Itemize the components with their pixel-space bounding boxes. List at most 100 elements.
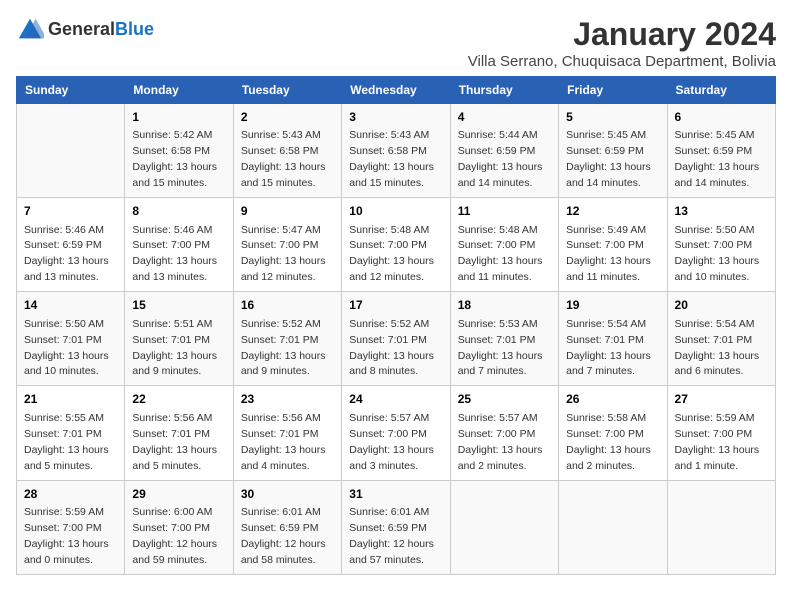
day-number: 14 [24, 297, 117, 314]
day-info: Sunrise: 5:52 AM Sunset: 7:01 PM Dayligh… [241, 318, 326, 378]
calendar-cell: 4 Sunrise: 5:44 AM Sunset: 6:59 PM Daylig… [450, 104, 558, 198]
calendar-cell: 10Sunrise: 5:48 AM Sunset: 7:00 PM Dayli… [342, 198, 450, 292]
calendar-cell: 11 Sunrise: 5:48 AM Sunset: 7:00 PM Dayli… [450, 198, 558, 292]
calendar-cell: 8Sunrise: 5:46 AM Sunset: 7:00 PM Daylig… [125, 198, 233, 292]
logo-general: General [48, 19, 115, 39]
day-number: 9 [241, 203, 334, 220]
day-number: 30 [241, 486, 334, 503]
day-info: Sunrise: 5:59 AM Sunset: 7:00 PM Dayligh… [24, 506, 109, 566]
day-info: Sunrise: 5:55 AM Sunset: 7:01 PM Dayligh… [24, 412, 109, 472]
day-info: Sunrise: 5:57 AM Sunset: 7:00 PM Dayligh… [458, 412, 543, 472]
calendar-cell [17, 104, 125, 198]
day-number: 13 [675, 203, 768, 220]
calendar-cell [450, 480, 558, 574]
calendar-cell: 22 Sunrise: 5:56 AM Sunset: 7:01 PM Dayli… [125, 386, 233, 480]
calendar-cell: 20Sunrise: 5:54 AM Sunset: 7:01 PM Dayli… [667, 292, 775, 386]
day-number: 19 [566, 297, 659, 314]
header-cell-friday: Friday [559, 77, 667, 104]
calendar-cell [559, 480, 667, 574]
header-cell-wednesday: Wednesday [342, 77, 450, 104]
day-number: 26 [566, 391, 659, 408]
calendar-cell: 24 Sunrise: 5:57 AM Sunset: 7:00 PM Dayli… [342, 386, 450, 480]
day-number: 22 [132, 391, 225, 408]
calendar-cell: 17 Sunrise: 5:52 AM Sunset: 7:01 PM Dayli… [342, 292, 450, 386]
calendar-cell: 2 Sunrise: 5:43 AM Sunset: 6:58 PM Daylig… [233, 104, 341, 198]
day-number: 2 [241, 109, 334, 126]
day-info: Sunrise: 5:50 AM Sunset: 7:00 PM Dayligh… [675, 224, 760, 284]
day-info: Sunrise: 5:46 AM Sunset: 6:59 PM Dayligh… [24, 224, 109, 284]
day-info: Sunrise: 5:44 AM Sunset: 6:59 PM Dayligh… [458, 129, 543, 189]
day-info: Sunrise: 5:56 AM Sunset: 7:01 PM Dayligh… [132, 412, 217, 472]
day-number: 5 [566, 109, 659, 126]
day-number: 11 [458, 203, 551, 220]
calendar-cell: 18 Sunrise: 5:53 AM Sunset: 7:01 PM Dayli… [450, 292, 558, 386]
day-info: Sunrise: 6:00 AM Sunset: 7:00 PM Dayligh… [132, 506, 217, 566]
day-info: Sunrise: 5:45 AM Sunset: 6:59 PM Dayligh… [675, 129, 760, 189]
header-row: SundayMondayTuesdayWednesdayThursdayFrid… [17, 77, 776, 104]
day-info: Sunrise: 5:53 AM Sunset: 7:01 PM Dayligh… [458, 318, 543, 378]
calendar-cell: 25 Sunrise: 5:57 AM Sunset: 7:00 PM Dayli… [450, 386, 558, 480]
week-row-1: 7 Sunrise: 5:46 AM Sunset: 6:59 PM Daylig… [17, 198, 776, 292]
day-number: 21 [24, 391, 117, 408]
main-title: January 2024 [468, 16, 776, 53]
day-info: Sunrise: 5:54 AM Sunset: 7:01 PM Dayligh… [566, 318, 651, 378]
header-cell-saturday: Saturday [667, 77, 775, 104]
week-row-2: 14 Sunrise: 5:50 AM Sunset: 7:01 PM Dayli… [17, 292, 776, 386]
day-info: Sunrise: 5:56 AM Sunset: 7:01 PM Dayligh… [241, 412, 326, 472]
logo-blue: Blue [115, 19, 154, 39]
day-number: 25 [458, 391, 551, 408]
calendar-cell: 26 Sunrise: 5:58 AM Sunset: 7:00 PM Dayli… [559, 386, 667, 480]
subtitle: Villa Serrano, Chuquisaca Department, Bo… [468, 53, 776, 70]
day-info: Sunrise: 5:48 AM Sunset: 7:00 PM Dayligh… [458, 224, 543, 284]
calendar-cell: 27 Sunrise: 5:59 AM Sunset: 7:00 PM Dayli… [667, 386, 775, 480]
day-number: 16 [241, 297, 334, 314]
day-number: 7 [24, 203, 117, 220]
day-number: 6 [675, 109, 768, 126]
day-info: Sunrise: 5:52 AM Sunset: 7:01 PM Dayligh… [349, 318, 434, 378]
day-number: 10 [349, 203, 442, 220]
day-number: 24 [349, 391, 442, 408]
day-number: 18 [458, 297, 551, 314]
day-info: Sunrise: 5:57 AM Sunset: 7:00 PM Dayligh… [349, 412, 434, 472]
day-number: 27 [675, 391, 768, 408]
day-number: 3 [349, 109, 442, 126]
header-cell-tuesday: Tuesday [233, 77, 341, 104]
day-info: Sunrise: 5:42 AM Sunset: 6:58 PM Dayligh… [132, 129, 217, 189]
day-number: 23 [241, 391, 334, 408]
calendar-cell: 14 Sunrise: 5:50 AM Sunset: 7:01 PM Dayli… [17, 292, 125, 386]
calendar-cell: 9 Sunrise: 5:47 AM Sunset: 7:00 PM Daylig… [233, 198, 341, 292]
day-number: 1 [132, 109, 225, 126]
day-number: 17 [349, 297, 442, 314]
calendar-cell [667, 480, 775, 574]
day-info: Sunrise: 5:47 AM Sunset: 7:00 PM Dayligh… [241, 224, 326, 284]
day-number: 31 [349, 486, 442, 503]
calendar-cell: 12Sunrise: 5:49 AM Sunset: 7:00 PM Dayli… [559, 198, 667, 292]
day-info: Sunrise: 5:46 AM Sunset: 7:00 PM Dayligh… [132, 224, 217, 284]
logo: GeneralBlue [16, 16, 154, 44]
day-info: Sunrise: 5:43 AM Sunset: 6:58 PM Dayligh… [241, 129, 326, 189]
header-cell-thursday: Thursday [450, 77, 558, 104]
day-number: 4 [458, 109, 551, 126]
day-info: Sunrise: 5:50 AM Sunset: 7:01 PM Dayligh… [24, 318, 109, 378]
week-row-3: 21 Sunrise: 5:55 AM Sunset: 7:01 PM Dayli… [17, 386, 776, 480]
calendar-cell: 13 Sunrise: 5:50 AM Sunset: 7:00 PM Dayli… [667, 198, 775, 292]
day-info: Sunrise: 5:45 AM Sunset: 6:59 PM Dayligh… [566, 129, 651, 189]
day-info: Sunrise: 5:58 AM Sunset: 7:00 PM Dayligh… [566, 412, 651, 472]
day-info: Sunrise: 5:51 AM Sunset: 7:01 PM Dayligh… [132, 318, 217, 378]
calendar-cell: 1 Sunrise: 5:42 AM Sunset: 6:58 PM Daylig… [125, 104, 233, 198]
calendar-cell: 19 Sunrise: 5:54 AM Sunset: 7:01 PM Dayli… [559, 292, 667, 386]
day-info: Sunrise: 5:43 AM Sunset: 6:58 PM Dayligh… [349, 129, 434, 189]
day-number: 29 [132, 486, 225, 503]
day-number: 28 [24, 486, 117, 503]
calendar-cell: 5 Sunrise: 5:45 AM Sunset: 6:59 PM Daylig… [559, 104, 667, 198]
calendar-cell: 6 Sunrise: 5:45 AM Sunset: 6:59 PM Daylig… [667, 104, 775, 198]
calendar-cell: 30Sunrise: 6:01 AM Sunset: 6:59 PM Dayli… [233, 480, 341, 574]
title-area: January 2024 Villa Serrano, Chuquisaca D… [468, 16, 776, 70]
header-cell-monday: Monday [125, 77, 233, 104]
header-cell-sunday: Sunday [17, 77, 125, 104]
calendar-cell: 3 Sunrise: 5:43 AM Sunset: 6:58 PM Daylig… [342, 104, 450, 198]
day-info: Sunrise: 5:54 AM Sunset: 7:01 PM Dayligh… [675, 318, 760, 378]
day-info: Sunrise: 5:59 AM Sunset: 7:00 PM Dayligh… [675, 412, 760, 472]
calendar-cell: 7 Sunrise: 5:46 AM Sunset: 6:59 PM Daylig… [17, 198, 125, 292]
day-info: Sunrise: 5:49 AM Sunset: 7:00 PM Dayligh… [566, 224, 651, 284]
